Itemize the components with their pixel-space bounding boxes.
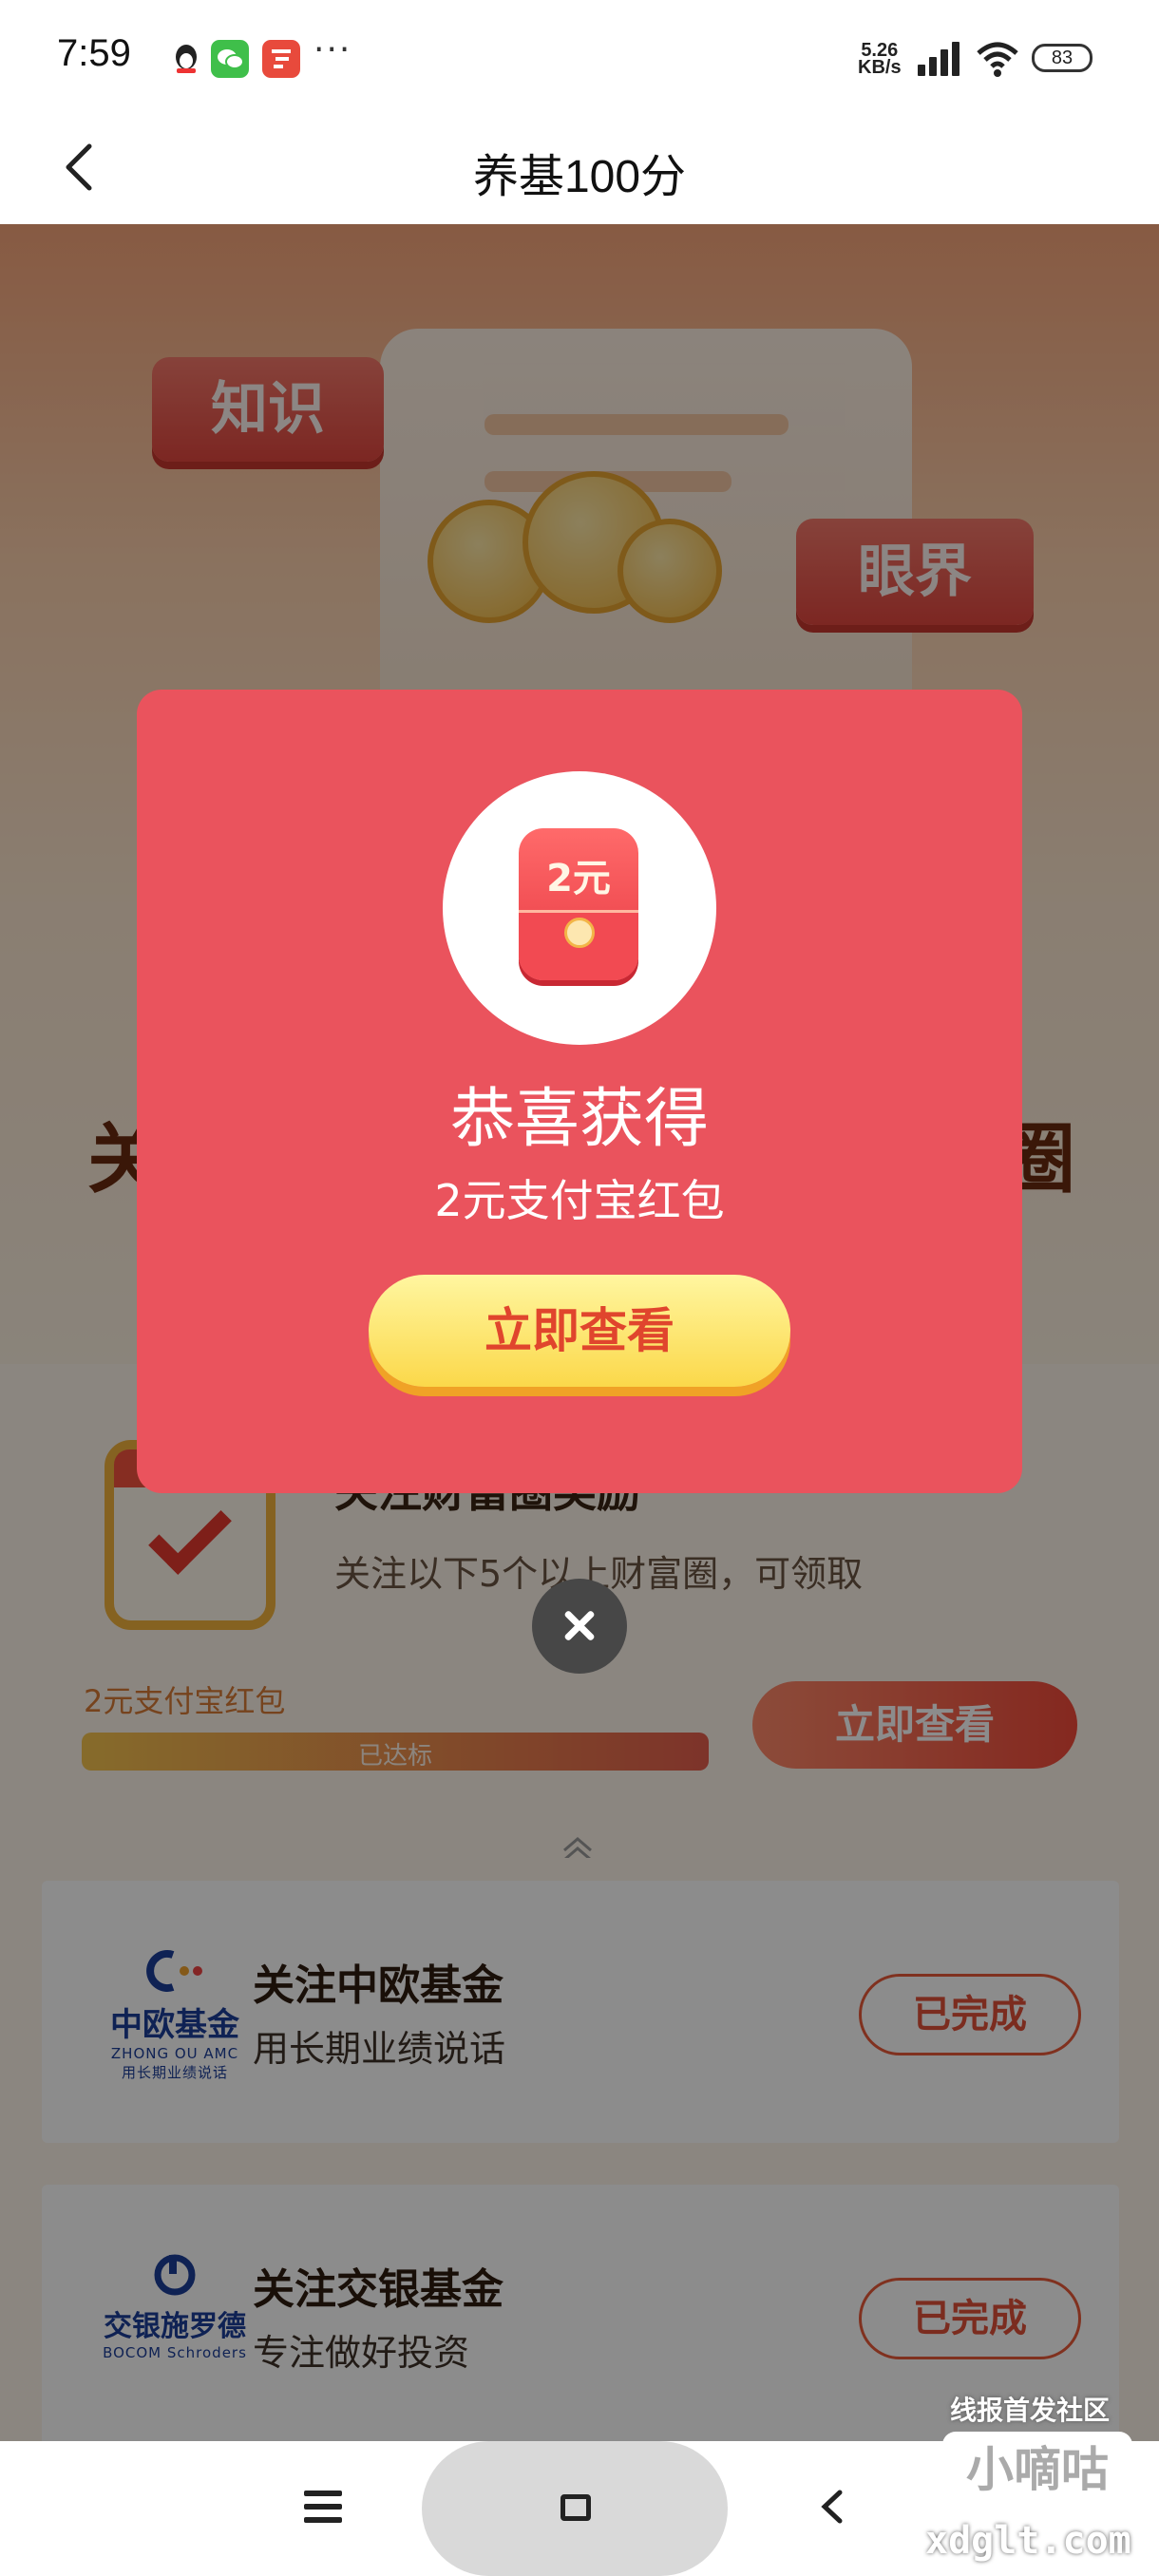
packet-amount: 2元 — [546, 857, 611, 900]
modal-title: 恭喜获得 — [449, 1082, 709, 1157]
wifi-icon — [975, 40, 1020, 78]
watermark-url: xdglt.com — [925, 2519, 1131, 2563]
watermark-logo: 小嘀咕 — [942, 2432, 1132, 2508]
nav-bar: 养基100分 — [0, 114, 1159, 224]
status-time: 7:59 — [57, 32, 131, 74]
home-icon — [560, 2494, 591, 2521]
nav-back-icon[interactable] — [813, 2483, 851, 2530]
status-bar: 7:59 ··· 5.26 KB/s 83 — [0, 0, 1159, 114]
view-now-button[interactable]: 立即查看 — [369, 1275, 790, 1387]
network-speed: 5.26 KB/s — [858, 41, 902, 78]
network-speed-unit: KB/s — [858, 57, 902, 78]
signal-icon — [918, 42, 961, 76]
qq-app-icon — [167, 40, 205, 78]
modal-subtitle: 2元支付宝红包 — [434, 1175, 725, 1226]
wechat-app-icon — [211, 40, 249, 78]
reward-modal: 2元 恭喜获得 2元支付宝红包 立即查看 — [137, 690, 1022, 1493]
close-icon[interactable] — [532, 1579, 627, 1674]
home-button[interactable] — [422, 2441, 728, 2576]
battery-icon: 83 — [1032, 44, 1092, 72]
menu-icon[interactable] — [304, 2491, 342, 2523]
more-notifications: ··· — [314, 30, 352, 69]
page-title: 养基100分 — [472, 152, 687, 202]
red-packet-icon: 2元 — [443, 771, 716, 1045]
watermark-top: 线报首发社区 — [950, 2395, 1111, 2426]
app-notification-icon — [262, 40, 300, 78]
